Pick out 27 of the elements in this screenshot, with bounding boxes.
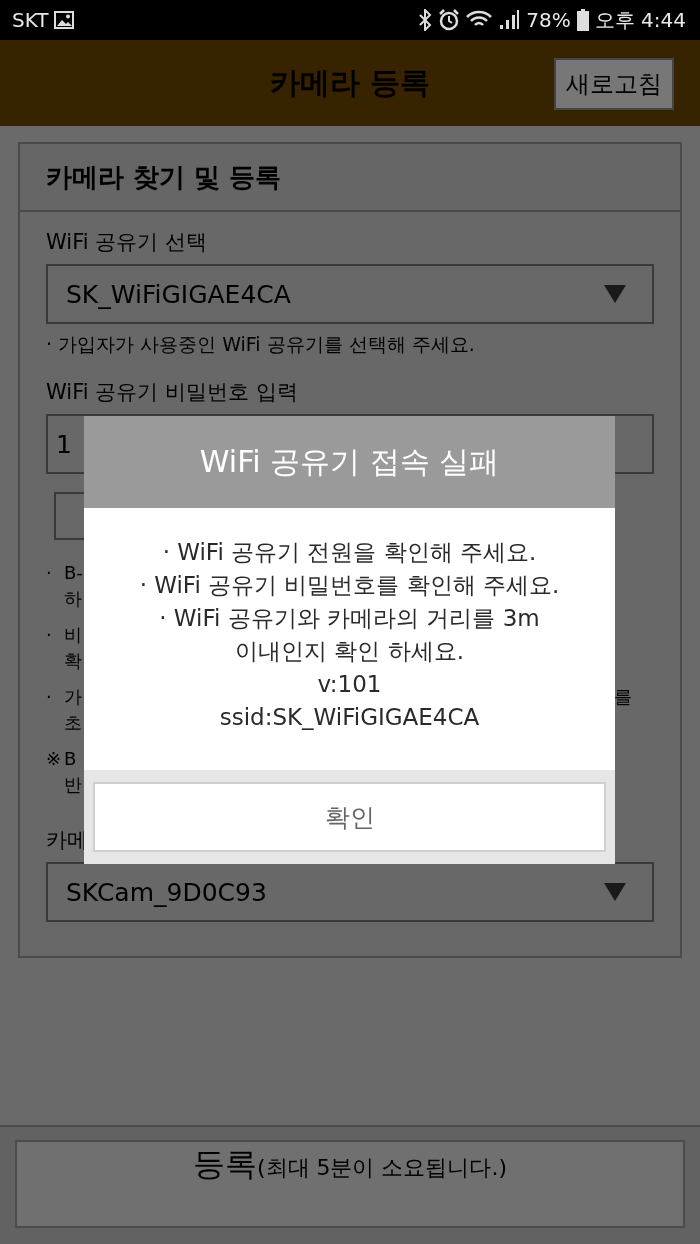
note-mark: · xyxy=(46,685,53,709)
note-mark: · xyxy=(46,561,53,585)
note-text: 를 xyxy=(614,685,632,709)
note-text: 초 xyxy=(64,711,82,735)
dialog-message: ssid:SK_WiFiGIGAE4CA xyxy=(219,703,480,732)
page-title: 카메라 등록 xyxy=(269,63,431,102)
carrier-name: SKT xyxy=(12,8,49,32)
note-text: B xyxy=(64,747,77,771)
dialog-title: WiFi 공유기 접속 실패 xyxy=(84,416,615,508)
dialog-message: · WiFi 공유기와 카메라의 거리를 3m xyxy=(159,604,540,633)
note-text: 하 xyxy=(64,587,82,611)
field-label: WiFi 공유기 선택 xyxy=(46,229,208,256)
hint-text: · 가입자가 사용중인 WiFi 공유기를 선택해 주세요. xyxy=(46,332,476,357)
dialog-message: 이내인지 확인 하세요. xyxy=(235,637,464,666)
note-text: B- xyxy=(64,561,83,585)
clock-time: 오후 4:44 xyxy=(594,6,686,34)
dialog-message: · WiFi 공유기 비밀번호를 확인해 주세요. xyxy=(139,571,560,600)
dialog-message: v:101 xyxy=(317,670,382,699)
battery-percent: 78% xyxy=(526,8,571,32)
field-label: WiFi 공유기 비밀번호 입력 xyxy=(46,379,299,406)
note-text: 확 xyxy=(64,649,82,673)
note-text: 가 xyxy=(64,685,82,709)
note-text: 반 xyxy=(64,773,82,797)
dialog-message: · WiFi 공유기 전원을 확인해 주세요. xyxy=(162,538,537,567)
note-mark: ※ xyxy=(46,747,63,771)
note-text: 비 xyxy=(64,623,82,647)
note-mark: · xyxy=(46,623,53,647)
